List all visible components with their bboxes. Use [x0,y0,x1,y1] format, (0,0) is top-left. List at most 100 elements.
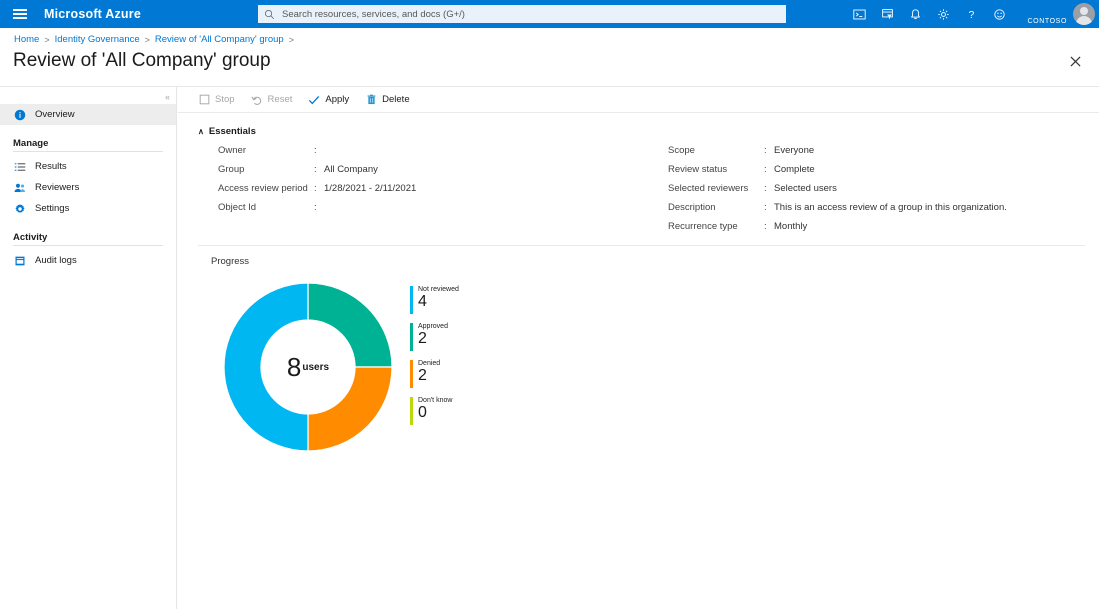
essentials-colon: : [314,164,324,175]
essentials-row-scope: Scope : Everyone [668,145,1099,164]
stop-button-label: Stop [215,94,235,105]
essentials-left-column: Owner : Group : All Company Access revie… [218,145,648,221]
essentials-key: Access review period [218,183,314,194]
breadcrumb-item-identity-governance[interactable]: Identity Governance [55,34,140,45]
legend-swatch-approved [410,323,413,351]
donut-slice-not-reviewed[interactable] [224,283,308,451]
progress-label: Progress [211,256,1099,267]
legend-item[interactable]: Don't know 0 [410,397,530,425]
essentials-colon: : [764,221,774,232]
chevron-up-icon: ∧ [198,127,204,136]
sidebar-item-overview[interactable]: Overview [0,104,176,125]
legend-swatch-denied [410,360,413,388]
legend-value: 2 [418,331,448,347]
people-icon [13,181,26,194]
check-icon [308,94,320,106]
sidebar-item-label: Settings [35,203,69,214]
collapse-sidebar-button[interactable]: « [165,92,169,102]
essentials-row-object-id: Object Id : [218,202,648,221]
sidebar-item-reviewers[interactable]: Reviewers [0,177,176,198]
brand-title[interactable]: Microsoft Azure [44,7,141,21]
essentials-value: Everyone [774,145,814,156]
essentials-row-recurrence-type: Recurrence type : Monthly [668,221,1099,240]
close-icon [1070,56,1081,67]
legend-item[interactable]: Denied 2 [410,360,530,388]
legend-item[interactable]: Approved 2 [410,323,530,351]
chart-legend: Not reviewed 4 Approved 2 Denied 2 [410,286,530,434]
command-toolbar: Stop Reset Apply [178,87,1099,113]
sidebar-section-manage: Manage [0,138,176,149]
sidebar-section-rule [13,245,163,246]
donut-chart[interactable] [224,283,392,451]
tenant-name: CONTOSO [1028,18,1067,25]
essentials-value: Selected users [774,183,837,194]
settings-gear-icon[interactable] [929,0,957,28]
hamburger-menu-icon[interactable] [0,0,40,28]
essentials-colon: : [764,202,774,213]
legend-label: Don't know [418,397,452,404]
topbar-icon-group: ? [845,0,1013,28]
legend-label: Denied [418,360,440,367]
sidebar-item-label: Audit logs [35,255,77,266]
essentials-value: All Company [324,164,378,175]
essentials-colon: : [764,164,774,175]
essentials-colon: : [764,183,774,194]
essentials-row-owner: Owner : [218,145,648,164]
sidebar-item-audit-logs[interactable]: Audit logs [0,250,176,271]
essentials-right-column: Scope : Everyone Review status : Complet… [668,145,1099,240]
delete-button[interactable]: Delete [357,87,417,113]
reset-button-label: Reset [268,94,293,105]
directories-filter-icon[interactable] [873,0,901,28]
essentials-colon: : [314,145,324,156]
tenant-label-wrap: CONTOSO [1028,0,1067,28]
stop-square-icon [198,94,210,106]
essentials-key: Object Id [218,202,314,213]
essentials-row-group: Group : All Company [218,164,648,183]
breadcrumb-separator: > [145,35,150,45]
essentials-key: Description [668,202,764,213]
stop-button[interactable]: Stop [190,87,243,113]
essentials-key: Recurrence type [668,221,764,232]
apply-button[interactable]: Apply [300,87,357,113]
essentials-toggle[interactable]: ∧ Essentials [198,126,256,137]
essentials-row-access-review-period: Access review period : 1/28/2021 - 2/11/… [218,183,648,202]
essentials-colon: : [314,202,324,213]
sidebar-item-settings[interactable]: Settings [0,198,176,219]
essentials-row-review-status: Review status : Complete [668,164,1099,183]
cloud-shell-icon[interactable] [845,0,873,28]
essentials-divider [198,245,1085,246]
legend-label: Not reviewed [418,286,459,293]
help-question-icon[interactable]: ? [957,0,985,28]
sidebar-item-results[interactable]: Results [0,156,176,177]
feedback-smiley-icon[interactable] [985,0,1013,28]
breadcrumb-separator: > [44,35,49,45]
breadcrumb: Home > Identity Governance > Review of '… [14,34,294,45]
blade-sidebar: « Overview Manage [0,87,177,609]
essentials-key: Owner [218,145,314,156]
search-input[interactable] [280,8,780,21]
essentials-key: Selected reviewers [668,183,764,194]
breadcrumb-item-home[interactable]: Home [14,34,39,45]
gear-icon [13,202,26,215]
notifications-bell-icon[interactable] [901,0,929,28]
top-navigation-bar: Microsoft Azure [0,0,1099,28]
avatar[interactable] [1073,3,1095,25]
sidebar-section-rule [13,151,163,152]
donut-slice-denied[interactable] [308,367,392,451]
essentials-value: Complete [774,164,815,175]
reset-button[interactable]: Reset [243,87,301,113]
legend-item[interactable]: Not reviewed 4 [410,286,530,314]
trash-icon [365,94,377,106]
close-blade-button[interactable] [1064,50,1086,72]
legend-label: Approved [418,323,448,330]
legend-swatch-dont-know [410,397,413,425]
essentials-value: Monthly [774,221,807,232]
essentials-colon: : [314,183,324,194]
svg-text:?: ? [968,10,974,21]
global-search[interactable] [258,5,786,23]
essentials-heading: Essentials [209,126,256,137]
azure-portal-page: Microsoft Azure [0,0,1099,609]
breadcrumb-item-review[interactable]: Review of 'All Company' group [155,34,284,45]
sidebar-item-label: Results [35,161,67,172]
donut-slice-approved[interactable] [308,283,392,367]
